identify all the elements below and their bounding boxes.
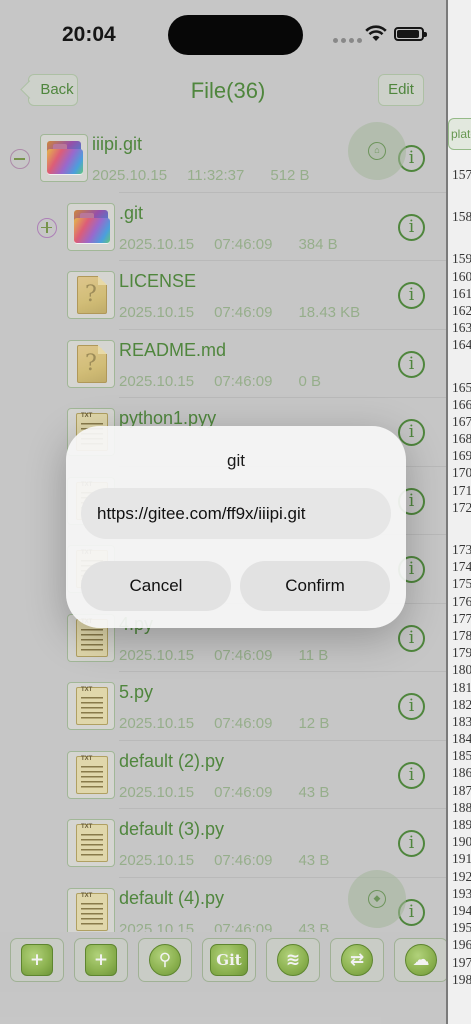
git-clone-dialog: git Cancel Confirm (66, 426, 406, 628)
cancel-button[interactable]: Cancel (81, 561, 231, 611)
git-url-input[interactable] (97, 488, 377, 539)
url-field-container (81, 488, 391, 539)
confirm-button[interactable]: Confirm (240, 561, 390, 611)
dialog-title: git (227, 451, 245, 470)
